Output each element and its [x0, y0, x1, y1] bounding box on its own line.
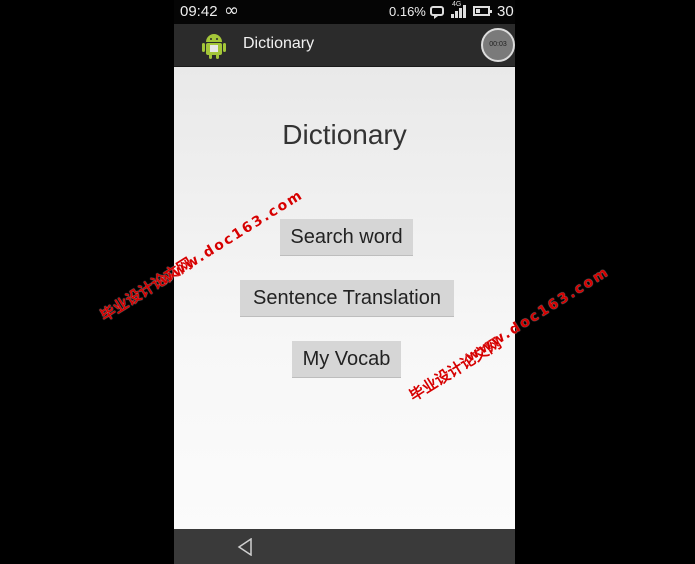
- status-bar: 09:42 ∞ 0.16% 4G 30: [174, 0, 515, 24]
- message-icon: [430, 6, 444, 19]
- infinity-icon: ∞: [224, 0, 239, 21]
- timer-button[interactable]: 00:03: [481, 28, 515, 62]
- page-title: Dictionary: [282, 119, 407, 150]
- my-vocab-button[interactable]: My Vocab: [292, 341, 401, 377]
- battery-level: 30: [497, 3, 514, 20]
- status-time: 09:42: [180, 3, 218, 20]
- phone-screen: 09:42 ∞ 0.16% 4G 30 Dictionary 00:03 Dic…: [174, 0, 515, 564]
- navigation-bar: [174, 529, 515, 564]
- main-content: Dictionary Search word Sentence Translat…: [174, 67, 515, 529]
- back-icon[interactable]: [237, 538, 253, 556]
- signal-icon: [451, 4, 467, 18]
- action-bar: Dictionary 00:03: [174, 24, 515, 68]
- android-app-icon: [202, 34, 226, 59]
- app-title: Dictionary: [243, 35, 315, 52]
- sentence-translation-button[interactable]: Sentence Translation: [240, 280, 454, 316]
- search-word-button[interactable]: Search word: [280, 219, 413, 255]
- battery-percent: 0.16%: [389, 4, 426, 19]
- battery-icon: [473, 6, 492, 16]
